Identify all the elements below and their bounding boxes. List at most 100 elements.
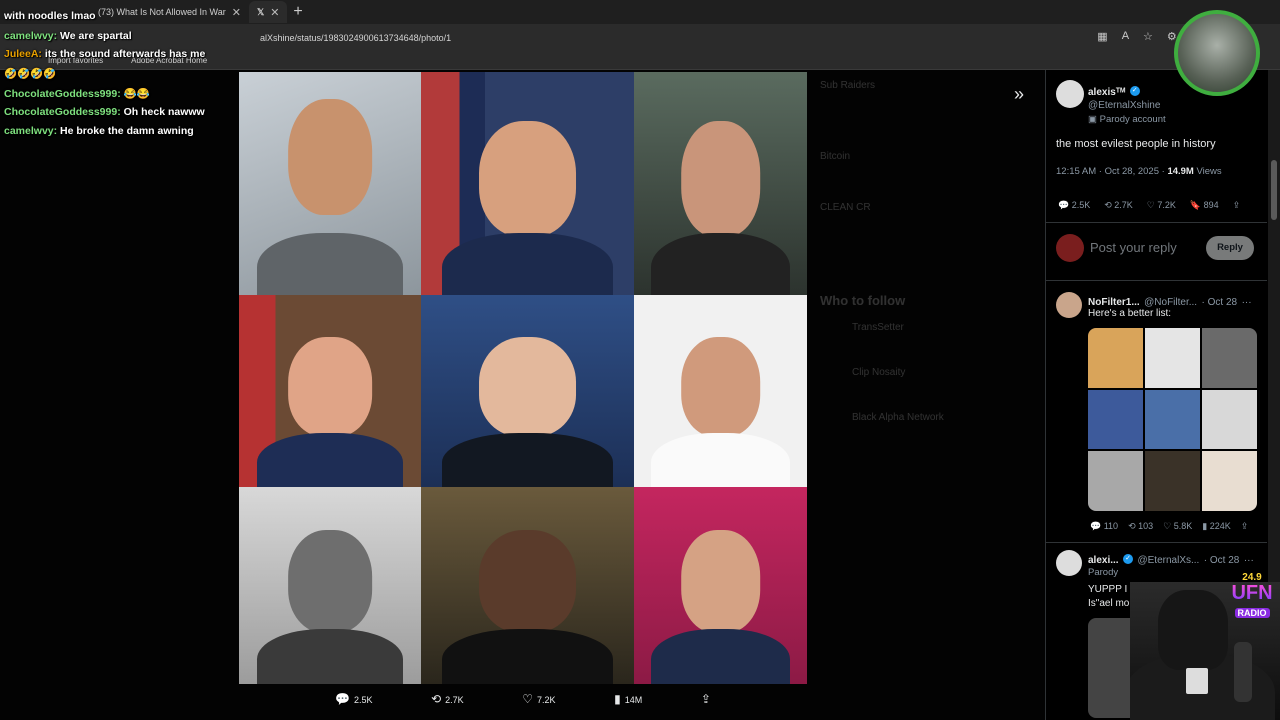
chat-user: camelwvy: [4, 30, 58, 42]
tweet-photo[interactable] [239, 72, 807, 684]
author-name[interactable]: alexisᵀᴹ [1088, 87, 1125, 98]
views-stat[interactable]: ▮ 224K [1202, 521, 1230, 532]
reply-image[interactable] [1088, 328, 1257, 511]
reply-icon: 💬 [335, 692, 350, 706]
reply-avatar[interactable] [1056, 292, 1082, 318]
reply-input[interactable]: Post your reply [1090, 240, 1177, 255]
image-tile [1145, 389, 1200, 450]
x-logo-icon: 𝕏 [256, 6, 265, 17]
share-action[interactable]: ⇪ [701, 692, 715, 706]
timestamp[interactable]: 12:15 AM · Oct 28, 2025 · [1056, 166, 1165, 177]
portrait-body [651, 433, 790, 487]
photo-tile [421, 295, 634, 487]
dimmed-sidebar-item: Black Alpha Network [852, 412, 944, 423]
portrait-body [442, 232, 613, 295]
close-icon[interactable]: ✕ [232, 6, 241, 19]
share-icon[interactable]: ⇪ [1241, 521, 1249, 532]
grid-icon[interactable]: ▦ [1097, 30, 1107, 43]
share-icon[interactable]: ⇪ [1233, 200, 1241, 211]
photo-tile [239, 295, 421, 487]
my-avatar [1056, 234, 1084, 262]
chat-line: ChocolateGoddess999: Oh heck nawww [4, 106, 205, 118]
reply-author[interactable]: alexi... [1088, 555, 1119, 566]
browser-tab-active[interactable]: 𝕏 X ✕ [248, 1, 288, 23]
reply-count: 2.5K [353, 695, 373, 705]
portrait-body [651, 232, 790, 295]
retweet-stat-count: 103 [1138, 521, 1154, 531]
portrait [288, 530, 372, 633]
portrait-body [442, 433, 613, 487]
station-name: UFN [1224, 583, 1280, 603]
portrait [680, 530, 761, 633]
photo-tile [634, 487, 807, 684]
tweet-text: the most evilest people in history [1056, 138, 1216, 150]
reply-avatar[interactable] [1056, 550, 1082, 576]
url-field[interactable]: alXshine/status/1983024900613734648/phot… [260, 33, 451, 43]
mug-icon [1186, 668, 1208, 694]
like-count: 7.2K [537, 695, 556, 705]
image-tile [1145, 328, 1200, 388]
parody-badge: ▣ Parody account [1088, 114, 1166, 125]
more-icon[interactable]: ··· [1242, 297, 1252, 308]
reply-handle[interactable]: @NoFilter... [1144, 297, 1197, 308]
read-aloud-icon[interactable]: A [1122, 30, 1129, 43]
reply-action[interactable]: 💬 2.5K [335, 692, 372, 706]
views-label: Views [1196, 166, 1222, 177]
reply-author[interactable]: NoFilter1... [1088, 297, 1140, 308]
dimmed-sidebar: Sub Raiders Bitcoin CLEAN CR Who to foll… [820, 80, 1040, 431]
star-icon[interactable]: ☆ [1143, 30, 1153, 43]
reply-stat[interactable]: 💬 110 [1090, 521, 1118, 532]
photo-tile [421, 487, 634, 684]
reply-date[interactable]: · Oct 28 [1204, 555, 1240, 566]
author-avatar[interactable] [1056, 80, 1084, 108]
retweet-count: 2.7K [445, 695, 464, 705]
divider [1046, 542, 1267, 543]
portrait [478, 121, 577, 237]
image-tile [1088, 451, 1143, 511]
reply-text: YUPPP I f [1088, 584, 1133, 595]
chat-line: camelwvy: We are spartal [4, 30, 132, 42]
retweet-action[interactable]: ⟲ 2.7K [431, 692, 464, 706]
image-tile [1202, 389, 1257, 450]
screen: (73) What Is Not Allowed In War ✕ 𝕏 X ✕ … [0, 0, 1280, 720]
views-action[interactable]: ▮ 14M [614, 692, 642, 706]
portrait [478, 337, 577, 438]
more-icon[interactable]: ··· [1244, 555, 1254, 566]
photo-action-bar: 💬 2.5K ⟲ 2.7K ♡ 7.2K ▮ 14M ⇪ [335, 692, 715, 706]
author-handle[interactable]: @EternalXshine [1088, 100, 1166, 111]
photo-tile [421, 72, 634, 295]
reply-stat-count: 2.5K [1071, 200, 1091, 210]
reply-stat[interactable]: 💬 2.5K [1058, 200, 1090, 211]
browser-tab[interactable]: (73) What Is Not Allowed In War ✕ [90, 1, 249, 23]
station-sub: RADIO [1234, 608, 1270, 618]
like-action[interactable]: ♡ 7.2K [522, 692, 555, 706]
retweet-icon: ⟲ [431, 692, 442, 706]
portrait-body [257, 628, 403, 684]
bookmark-stat[interactable]: 🔖 894 [1190, 200, 1219, 211]
portrait [680, 337, 761, 438]
chat-line: with noodles lmao [4, 10, 96, 22]
like-stat[interactable]: ♡ 7.2K [1147, 200, 1176, 211]
scrollbar-thumb[interactable] [1271, 160, 1277, 220]
portrait-body [651, 628, 790, 684]
retweet-stat[interactable]: ⟲ 103 [1128, 521, 1153, 532]
reply-date[interactable]: · Oct 28 [1202, 297, 1238, 308]
reply-button[interactable]: Reply [1206, 236, 1254, 260]
image-tile [1202, 451, 1257, 511]
like-stat[interactable]: ♡ 5.8K [1163, 521, 1192, 532]
close-icon[interactable]: ✕ [270, 6, 279, 19]
chat-message: We are spartal [60, 30, 132, 42]
expand-panel-icon[interactable]: » [1014, 84, 1024, 105]
chat-message: He broke the damn awning [60, 125, 194, 137]
station-logo: 24.9 UFN RADIO [1224, 572, 1280, 628]
reply-handle[interactable]: @EternalXs... [1137, 555, 1199, 566]
dimmed-sidebar-item: Sub Raiders [820, 80, 876, 91]
chat-line: camelwvy: He broke the damn awning [4, 125, 194, 137]
reply-text: Is"ael mo [1088, 598, 1130, 609]
bookmark-stat-count: 894 [1203, 200, 1219, 210]
portrait [478, 530, 577, 633]
views-count: 14.9M [1167, 166, 1194, 177]
retweet-stat[interactable]: ⟲ 2.7K [1104, 200, 1133, 211]
verified-icon: ✓ [1129, 85, 1140, 96]
new-tab-icon[interactable]: + [293, 3, 302, 21]
